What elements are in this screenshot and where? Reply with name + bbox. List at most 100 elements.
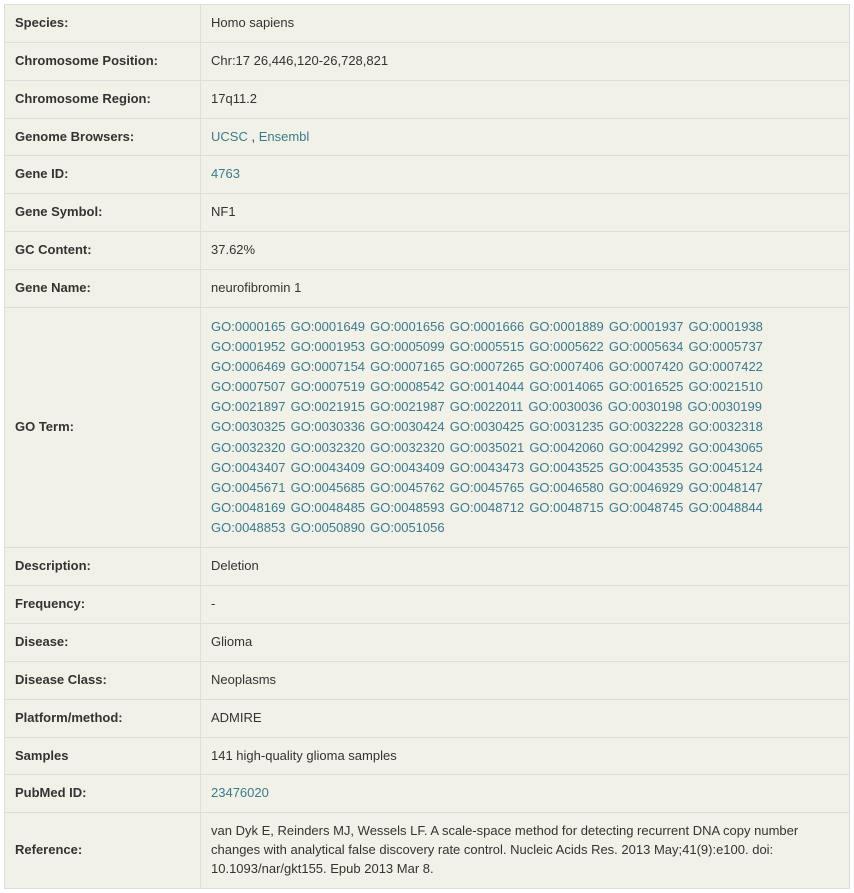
label-species: Species: xyxy=(5,5,201,43)
link-go-term[interactable]: GO:0005737 xyxy=(688,339,762,354)
link-go-term[interactable]: GO:0022011 xyxy=(450,399,523,414)
link-go-term[interactable]: GO:0043065 xyxy=(688,440,762,455)
label-pubmed-id: PubMed ID: xyxy=(5,775,201,813)
link-go-term[interactable]: GO:0016525 xyxy=(609,379,683,394)
link-go-term[interactable]: GO:0007422 xyxy=(688,359,762,374)
row-samples: Samples 141 high-quality glioma samples xyxy=(5,737,850,775)
label-gene-name: Gene Name: xyxy=(5,269,201,307)
link-go-term[interactable]: GO:0043535 xyxy=(609,460,683,475)
link-go-term[interactable]: GO:0043409 xyxy=(370,460,444,475)
label-frequency: Frequency: xyxy=(5,586,201,624)
link-go-term[interactable]: GO:0043473 xyxy=(450,460,524,475)
link-go-term[interactable]: GO:0043409 xyxy=(291,460,365,475)
link-go-term[interactable]: GO:0000165 xyxy=(211,319,285,334)
label-chromosome-position: Chromosome Position: xyxy=(5,42,201,80)
label-gene-symbol: Gene Symbol: xyxy=(5,194,201,232)
link-go-term[interactable]: GO:0006469 xyxy=(211,359,285,374)
value-go-term: GO:0000165 GO:0001649 GO:0001656 GO:0001… xyxy=(201,307,850,548)
link-go-term[interactable]: GO:0032320 xyxy=(370,440,444,455)
link-go-term[interactable]: GO:0030425 xyxy=(450,419,524,434)
link-go-term[interactable]: GO:0042992 xyxy=(609,440,683,455)
link-go-term[interactable]: GO:0007507 xyxy=(211,379,285,394)
link-go-term[interactable]: GO:0007165 xyxy=(370,359,444,374)
link-go-term[interactable]: GO:0032228 xyxy=(609,419,683,434)
value-gc-content: 37.62% xyxy=(201,232,850,270)
link-go-term[interactable]: GO:0045671 xyxy=(211,480,285,495)
link-go-term[interactable]: GO:0035021 xyxy=(450,440,524,455)
link-go-term[interactable]: GO:0048844 xyxy=(688,500,762,515)
link-go-term[interactable]: GO:0048169 xyxy=(211,500,285,515)
link-go-term[interactable]: GO:0005622 xyxy=(529,339,603,354)
link-go-term[interactable]: GO:0014065 xyxy=(529,379,603,394)
link-go-term[interactable]: GO:0048712 xyxy=(450,500,524,515)
link-go-term[interactable]: GO:0021915 xyxy=(291,399,365,414)
row-chromosome-region: Chromosome Region: 17q11.2 xyxy=(5,80,850,118)
row-gc-content: GC Content: 37.62% xyxy=(5,232,850,270)
link-go-term[interactable]: GO:0007519 xyxy=(291,379,365,394)
link-go-term[interactable]: GO:0032320 xyxy=(291,440,365,455)
row-disease-class: Disease Class: Neoplasms xyxy=(5,661,850,699)
row-disease: Disease: Glioma xyxy=(5,623,850,661)
link-go-term[interactable]: GO:0007265 xyxy=(450,359,524,374)
link-ucsc[interactable]: UCSC xyxy=(211,129,248,144)
link-go-term[interactable]: GO:0045765 xyxy=(450,480,524,495)
link-go-term[interactable]: GO:0048853 xyxy=(211,520,285,535)
link-go-term[interactable]: GO:0030199 xyxy=(688,399,762,414)
link-go-term[interactable]: GO:0050890 xyxy=(291,520,365,535)
link-go-term[interactable]: GO:0030198 xyxy=(608,399,682,414)
link-go-term[interactable]: GO:0046929 xyxy=(609,480,683,495)
link-ensembl[interactable]: Ensembl xyxy=(259,129,310,144)
link-go-term[interactable]: GO:0001656 xyxy=(370,319,444,334)
link-go-term[interactable]: GO:0042060 xyxy=(529,440,603,455)
row-pubmed-id: PubMed ID: 23476020 xyxy=(5,775,850,813)
link-go-term[interactable]: GO:0032320 xyxy=(211,440,285,455)
value-genome-browsers: UCSC , Ensembl xyxy=(201,118,850,156)
link-go-term[interactable]: GO:0046580 xyxy=(529,480,603,495)
link-go-term[interactable]: GO:0045762 xyxy=(370,480,444,495)
link-go-term[interactable]: GO:0043407 xyxy=(211,460,285,475)
link-go-term[interactable]: GO:0048593 xyxy=(370,500,444,515)
link-go-term[interactable]: GO:0005634 xyxy=(609,339,683,354)
label-genome-browsers: Genome Browsers: xyxy=(5,118,201,156)
link-go-term[interactable]: GO:0048485 xyxy=(291,500,365,515)
link-go-term[interactable]: GO:0008542 xyxy=(370,379,444,394)
link-go-term[interactable]: GO:0030424 xyxy=(370,419,444,434)
link-go-term[interactable]: GO:0045124 xyxy=(688,460,762,475)
link-go-term[interactable]: GO:0051056 xyxy=(370,520,444,535)
value-frequency: - xyxy=(201,586,850,624)
value-pubmed-id: 23476020 xyxy=(201,775,850,813)
link-go-term[interactable]: GO:0021987 xyxy=(370,399,444,414)
link-go-term[interactable]: GO:0030036 xyxy=(528,399,602,414)
link-go-term[interactable]: GO:0014044 xyxy=(450,379,524,394)
row-genome-browsers: Genome Browsers: UCSC , Ensembl xyxy=(5,118,850,156)
link-go-term[interactable]: GO:0031235 xyxy=(529,419,603,434)
link-go-term[interactable]: GO:0021510 xyxy=(688,379,762,394)
link-go-term[interactable]: GO:0043525 xyxy=(529,460,603,475)
value-disease: Glioma xyxy=(201,623,850,661)
link-go-term[interactable]: GO:0001889 xyxy=(529,319,603,334)
link-go-term[interactable]: GO:0030336 xyxy=(291,419,365,434)
link-go-term[interactable]: GO:0001938 xyxy=(688,319,762,334)
row-frequency: Frequency: - xyxy=(5,586,850,624)
link-go-term[interactable]: GO:0030325 xyxy=(211,419,285,434)
link-go-term[interactable]: GO:0045685 xyxy=(291,480,365,495)
link-go-term[interactable]: GO:0007406 xyxy=(529,359,603,374)
link-go-term[interactable]: GO:0048745 xyxy=(609,500,683,515)
link-go-term[interactable]: GO:0007420 xyxy=(609,359,683,374)
link-go-term[interactable]: GO:0001666 xyxy=(450,319,524,334)
link-go-term[interactable]: GO:0021897 xyxy=(211,399,285,414)
link-pubmed-id[interactable]: 23476020 xyxy=(211,785,269,800)
link-go-term[interactable]: GO:0032318 xyxy=(688,419,762,434)
link-go-term[interactable]: GO:0048147 xyxy=(688,480,762,495)
link-gene-id[interactable]: 4763 xyxy=(211,166,240,181)
link-go-term[interactable]: GO:0005515 xyxy=(450,339,524,354)
link-go-term[interactable]: GO:0001649 xyxy=(291,319,365,334)
separator: , xyxy=(248,129,259,144)
link-go-term[interactable]: GO:0001953 xyxy=(291,339,365,354)
link-go-term[interactable]: GO:0048715 xyxy=(529,500,603,515)
value-gene-id: 4763 xyxy=(201,156,850,194)
link-go-term[interactable]: GO:0001952 xyxy=(211,339,285,354)
link-go-term[interactable]: GO:0001937 xyxy=(609,319,683,334)
link-go-term[interactable]: GO:0005099 xyxy=(370,339,444,354)
link-go-term[interactable]: GO:0007154 xyxy=(291,359,365,374)
